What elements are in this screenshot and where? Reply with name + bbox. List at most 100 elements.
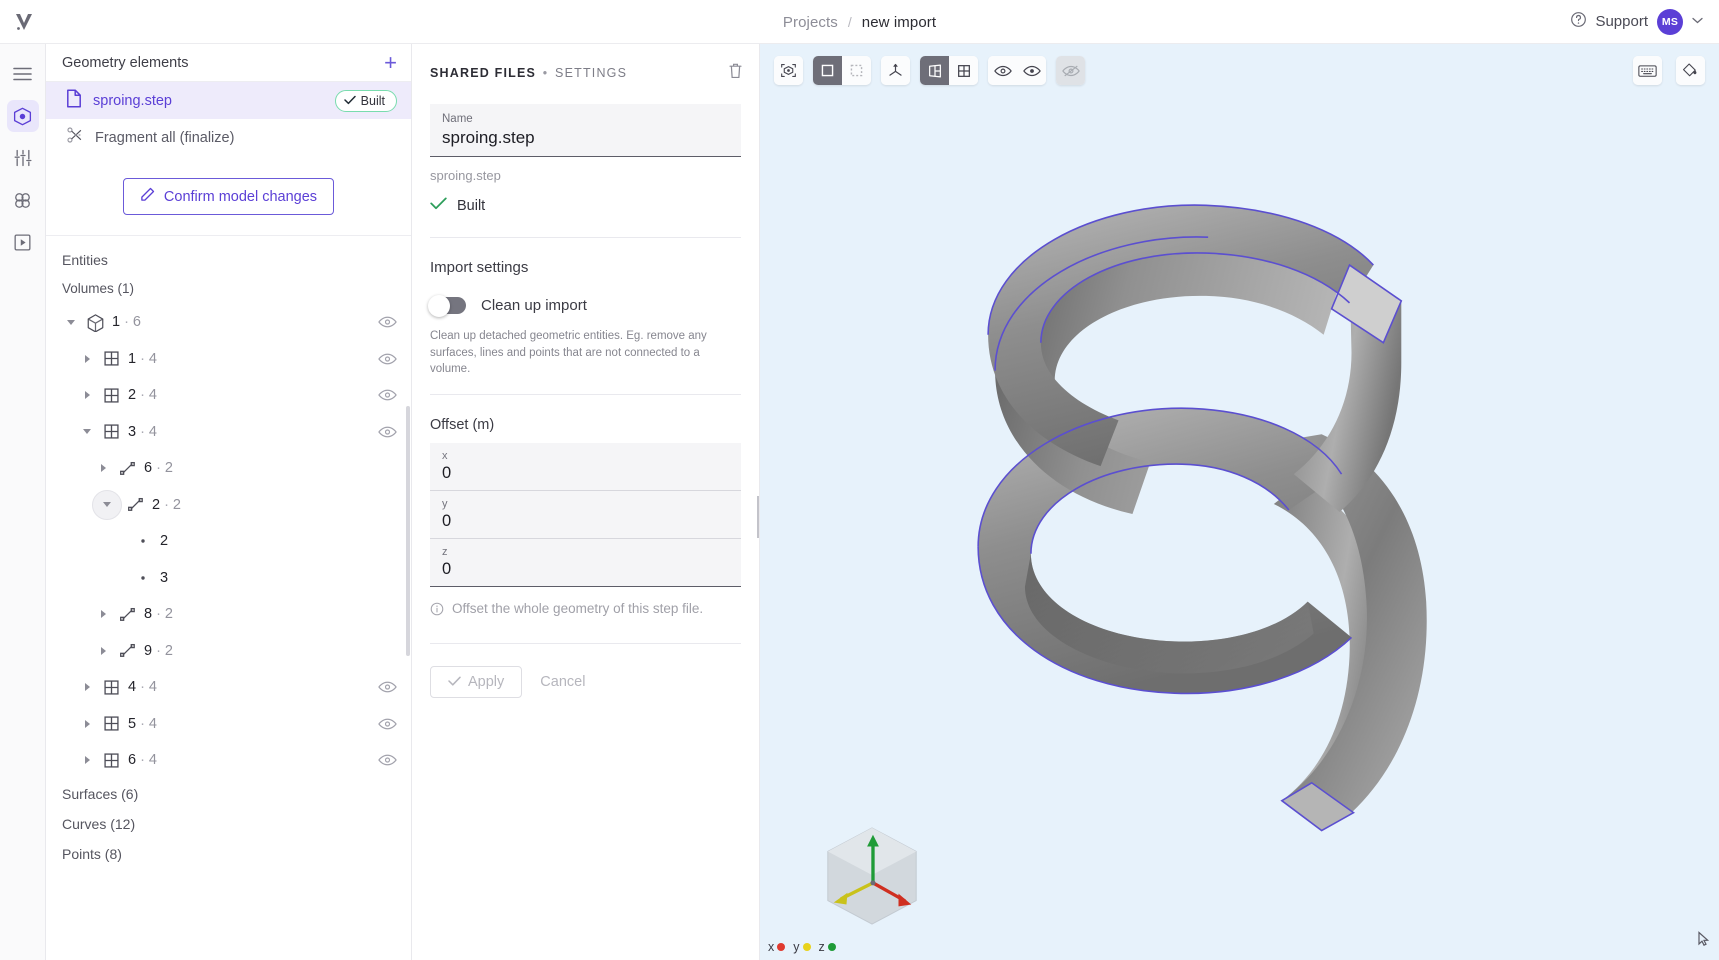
surface-icon [98,350,124,367]
visibility-toggle-icon[interactable] [378,425,397,439]
entities-tree-scroll[interactable]: Entities Volumes (1) 1 · 6 1 · 4 2 · 4 3 · 4 6 · 2 2 · 2 2… [46,236,411,960]
cleanup-toggle[interactable] [428,294,466,317]
chevron-right-icon[interactable] [76,683,98,692]
settings-title-sub: SETTINGS [555,66,628,80]
axis-legend-y-label: y [793,940,800,954]
tree-node[interactable]: 6 · 2 [46,450,411,487]
name-field[interactable]: Name sproing.step [430,104,741,157]
offset-y-field[interactable]: y 0 [430,491,741,540]
tree-node[interactable]: 3 [46,560,411,597]
top-bar: Projects / new import Support MS [0,0,1719,44]
tree-node[interactable]: 9 · 2 [46,633,411,670]
sliders-icon[interactable] [7,142,39,174]
tree-node[interactable]: 1 · 6 [46,304,411,341]
offset-z-value[interactable]: 0 [442,560,729,579]
chevron-right-icon[interactable] [92,646,114,655]
tree-row-fragment-all[interactable]: Fragment all (finalize) [46,119,411,156]
tree-section-curves[interactable]: Curves (12) [46,809,411,839]
cleanup-toggle-row[interactable]: Clean up import [428,294,741,317]
cleanup-toggle-label: Clean up import [481,297,587,314]
visibility-toggle-icon[interactable] [378,680,397,694]
split-view-icon[interactable] [920,56,949,85]
status-badge[interactable]: Built [334,89,397,112]
select-solid-icon[interactable] [813,56,842,85]
tree-section-surfaces[interactable]: Surfaces (6) [46,779,411,809]
eye-hidden-icon[interactable] [1017,56,1046,85]
curve-icon [114,460,140,477]
tree-node[interactable]: 3 · 4 [46,414,411,451]
menu-icon[interactable] [7,58,39,90]
mesh-atom-icon[interactable] [7,184,39,216]
trash-icon[interactable] [728,62,743,84]
confirm-model-changes-button[interactable]: Confirm model changes [122,178,335,215]
tree-node[interactable]: 8 · 2 [46,596,411,633]
chevron-right-icon[interactable] [76,719,98,728]
visibility-toggle-icon[interactable] [378,717,397,731]
chevron-right-icon[interactable] [76,391,98,400]
tree-section-points[interactable]: Points (8) [46,839,411,869]
axis-legend-x-dot [777,943,786,951]
axis-gizmo[interactable] [818,822,926,930]
geometry-tree-title: Geometry elements [62,54,189,71]
fragment-icon [66,126,84,149]
visibility-toggle-icon[interactable] [378,315,397,329]
visibility-toggle-icon[interactable] [378,753,397,767]
run-play-icon[interactable] [7,226,39,258]
volumes-section-label: Volumes (1) [62,281,135,296]
tree-row-geometry-file[interactable]: sproing.step Built [46,82,411,119]
app-logo-icon[interactable] [0,9,48,35]
chevron-down-icon[interactable] [76,429,98,435]
name-field-value[interactable]: sproing.step [442,128,729,148]
tree-scrollbar[interactable] [406,406,410,656]
tree-node[interactable]: 4 · 4 [46,669,411,706]
tree-node-label: 6 · 4 [128,752,157,769]
entities-node-list: 1 · 6 1 · 4 2 · 4 3 · 4 6 · 2 2 · 2 2 3 8 · 2 9 · 2 4 · 4 5 · 4 6 · 4 [46,304,411,779]
offset-x-field[interactable]: x 0 [430,443,741,492]
keyboard-shortcuts-icon[interactable] [1633,56,1662,85]
tree-node[interactable]: 2 · 4 [46,377,411,414]
chevron-right-icon[interactable] [92,610,114,619]
tree-node[interactable]: 2 [46,523,411,560]
chevron-right-icon[interactable] [76,756,98,765]
axis-origin-icon[interactable] [881,56,910,85]
build-status-label: Built [457,198,486,214]
settings-title-separator: • [542,66,549,80]
tree-node[interactable]: 1 · 4 [46,341,411,378]
visibility-toggle-icon[interactable] [378,352,397,366]
select-box-icon[interactable] [842,56,871,85]
chevron-right-icon[interactable] [76,354,98,363]
chevron-down-icon[interactable] [60,319,82,325]
offset-x-value[interactable]: 0 [442,464,729,483]
color-fill-icon[interactable] [1676,56,1705,85]
breadcrumb-current-project[interactable]: new import [862,14,936,31]
grid-view-icon[interactable] [949,56,978,85]
axis-legend-y: y [793,940,811,954]
cancel-button[interactable]: Cancel [532,667,593,697]
eye-off-icon[interactable] [1056,56,1085,85]
tree-node-label: 2 [160,533,169,550]
confirm-model-changes-label: Confirm model changes [163,188,318,205]
visibility-toggle-icon[interactable] [378,388,397,402]
check-icon [430,197,447,215]
viewport-3d[interactable]: x y z [760,44,1719,960]
plus-icon[interactable]: + [384,51,397,74]
tree-node-label: 6 · 2 [144,460,173,477]
chevron-right-icon[interactable] [92,464,114,473]
eye-visible-icon[interactable] [988,56,1017,85]
curve-icon [114,642,140,659]
offset-y-value[interactable]: 0 [442,512,729,531]
tree-node[interactable]: 2 · 2 [46,487,411,524]
breadcrumb-projects-link[interactable]: Projects [783,14,838,31]
geometry-cube-icon[interactable] [6,100,39,132]
tree-node[interactable]: 5 · 4 [46,706,411,743]
avatar[interactable]: MS [1657,8,1683,35]
tree-node[interactable]: 6 · 4 [46,742,411,779]
support-button[interactable]: Support [1570,11,1648,33]
settings-title-main: SHARED FILES [430,66,537,80]
chevron-down-icon[interactable] [92,489,122,520]
apply-button[interactable]: Apply [430,666,523,699]
chevron-down-icon[interactable] [1692,16,1703,27]
tree-node-label: 5 · 4 [128,715,157,732]
offset-z-field[interactable]: z 0 [430,539,741,587]
fit-view-icon[interactable] [774,56,803,85]
